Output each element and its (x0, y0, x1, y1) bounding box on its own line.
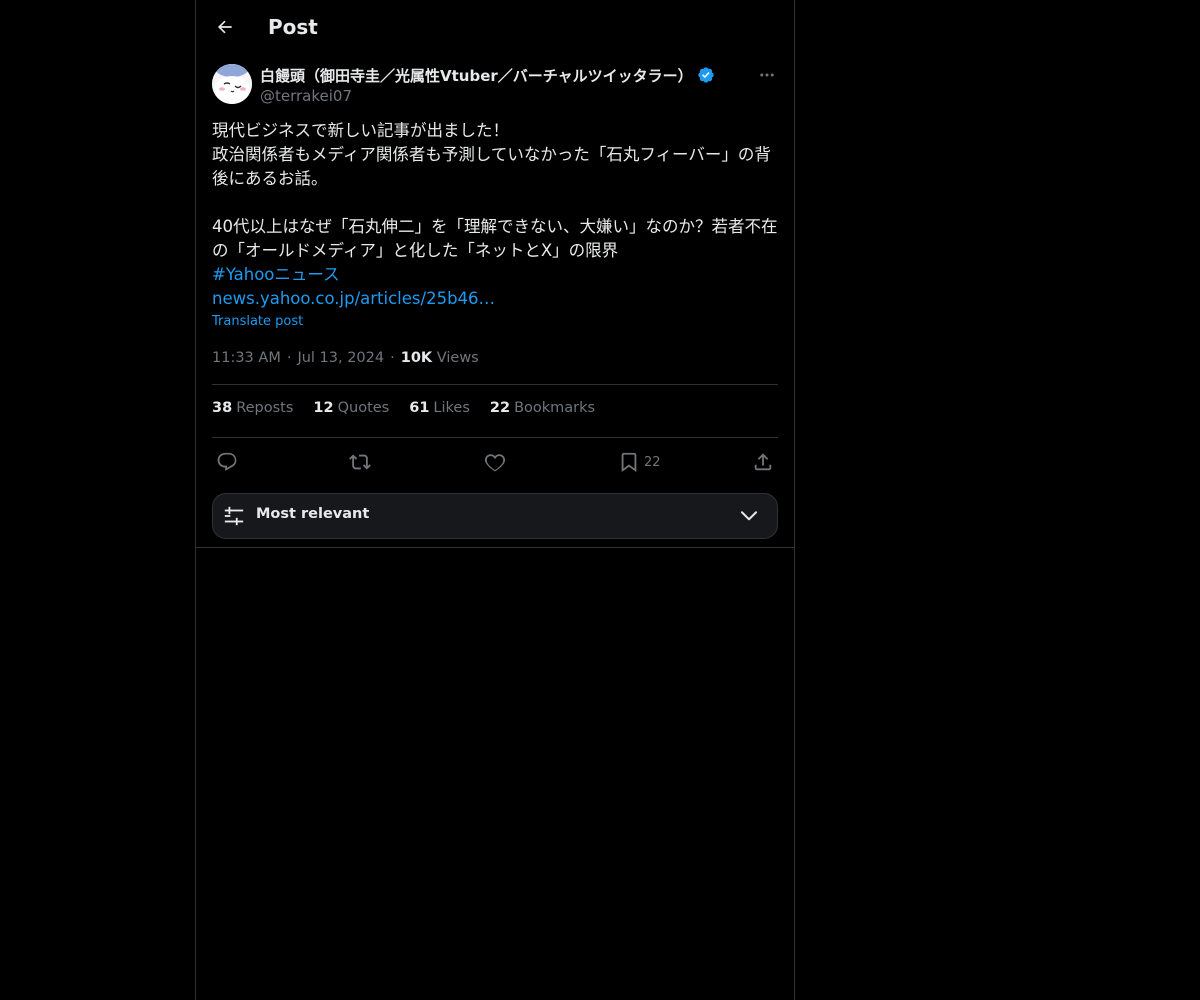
views-count: 10K (400, 350, 433, 366)
divider (212, 437, 778, 438)
reply-icon (217, 452, 237, 471)
divider (212, 384, 778, 385)
likes-stat[interactable]: 61 Likes (409, 400, 470, 416)
tweet-meta: 11:33 AM · Jul 13, 2024 · 10K Views (212, 348, 479, 368)
repost-button[interactable] (349, 448, 371, 476)
chevron-down-icon (740, 511, 758, 521)
page-title: Post (268, 15, 318, 39)
bookmark-count: 22 (644, 454, 661, 470)
like-button[interactable] (484, 448, 506, 476)
tweet-text-line: 現代ビジネスで新しい記事が出ました！ (212, 121, 509, 140)
author-info: 白饅頭（御田寺圭／光属性Vtuber／バーチャルツイッタラー） @terrake… (260, 64, 730, 106)
sort-replies-dropdown[interactable]: Most relevant (212, 493, 778, 539)
article-link[interactable]: news.yahoo.co.jp/articles/25b46… (212, 287, 778, 311)
display-name[interactable]: 白饅頭（御田寺圭／光属性Vtuber／バーチャルツイッタラー） (260, 65, 693, 86)
sort-label: Most relevant (256, 506, 370, 522)
top-bar: Post (196, 0, 794, 53)
section-divider (196, 547, 794, 548)
bookmark-button[interactable]: 22 (618, 448, 661, 476)
more-options-button[interactable] (752, 64, 782, 86)
share-icon (754, 453, 772, 471)
separator-dot: · (286, 350, 292, 366)
arrow-left-icon (217, 20, 232, 34)
hashtag-link[interactable]: #Yahooニュース (212, 263, 778, 287)
bookmarks-stat[interactable]: 22 Bookmarks (490, 400, 595, 416)
more-icon (760, 73, 774, 77)
separator-dot: · (390, 350, 395, 366)
heart-icon (484, 454, 506, 472)
reposts-stat[interactable]: 38 Reposts (212, 400, 293, 416)
views-label: Views (436, 350, 479, 366)
repost-icon (349, 454, 371, 470)
translate-post-link[interactable]: Translate post (212, 314, 303, 329)
sliders-icon (224, 506, 244, 526)
tweet-text-line: 政治関係者もメディア関係者も予測していなかった「石丸フィーバー」の背後にあるお話… (212, 145, 771, 188)
verified-badge-icon[interactable] (697, 66, 715, 84)
tweet-time[interactable]: 11:33 AM (212, 350, 281, 366)
tweet-text-line: 40代以上はなぜ「石丸伸二」を「理解できない、大嫌い」なのか？若者不在の「オール… (212, 217, 778, 260)
reply-button[interactable] (216, 448, 238, 476)
engagement-stats: 38 Reposts 12 Quotes 61 Likes 22 Bookmarks (212, 400, 595, 416)
avatar[interactable] (212, 64, 252, 104)
quotes-stat[interactable]: 12 Quotes (313, 400, 389, 416)
action-bar: 22 (212, 448, 778, 476)
tweet-date[interactable]: Jul 13, 2024 (297, 350, 384, 366)
handle[interactable]: @terrakei07 (260, 86, 730, 106)
main-column: Post 白饅頭（御田寺圭／光属性Vtuber／バーチャルツイッタラー） @te… (195, 0, 795, 1000)
bookmark-icon (621, 452, 637, 473)
display-name-row: 白饅頭（御田寺圭／光属性Vtuber／バーチャルツイッタラー） (260, 64, 730, 86)
avatar-image (212, 64, 252, 104)
share-button[interactable] (752, 448, 774, 476)
back-button[interactable] (208, 10, 242, 44)
tweet-text: 現代ビジネスで新しい記事が出ました！ 政治関係者もメディア関係者も予測していなか… (212, 119, 778, 311)
